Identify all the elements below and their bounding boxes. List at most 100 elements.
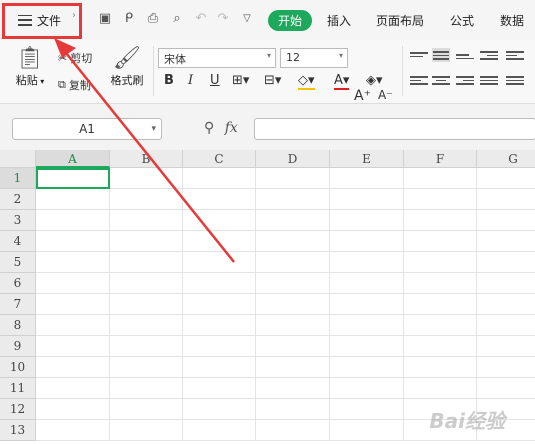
cell-f5[interactable] bbox=[404, 252, 477, 273]
cell-a3[interactable] bbox=[36, 210, 110, 231]
align-middle-icon[interactable] bbox=[432, 48, 450, 62]
print-preview-icon[interactable]: ⌕ bbox=[168, 9, 186, 27]
chevron-down-icon[interactable]: ▽ bbox=[238, 9, 256, 27]
cell-c11[interactable] bbox=[183, 378, 256, 399]
name-box[interactable]: A1 ▾ bbox=[12, 118, 162, 140]
cell-d8[interactable] bbox=[256, 315, 330, 336]
paste-button[interactable]: 📋︎ 粘贴 ▾ bbox=[10, 46, 50, 88]
cell-g9[interactable] bbox=[477, 336, 535, 357]
eraser-icon[interactable]: ◈▾ bbox=[366, 73, 383, 88]
cell-c10[interactable] bbox=[183, 357, 256, 378]
cell-d2[interactable] bbox=[256, 189, 330, 210]
borders-icon[interactable]: ⊞▾ bbox=[232, 73, 249, 88]
cell-b4[interactable] bbox=[110, 231, 183, 252]
row-header-2[interactable]: 2 bbox=[0, 189, 36, 210]
cell-e8[interactable] bbox=[330, 315, 404, 336]
cell-c3[interactable] bbox=[183, 210, 256, 231]
tab-formulas[interactable]: 公式 bbox=[450, 12, 474, 29]
indent-increase-icon[interactable] bbox=[506, 49, 524, 63]
cell-f9[interactable] bbox=[404, 336, 477, 357]
cell-f1[interactable] bbox=[404, 168, 477, 189]
cell-b10[interactable] bbox=[110, 357, 183, 378]
cell-e12[interactable] bbox=[330, 399, 404, 420]
grow-font-button[interactable]: A⁺ bbox=[354, 88, 371, 104]
column-header-a[interactable]: A bbox=[36, 150, 110, 168]
tab-data[interactable]: 数据 bbox=[500, 12, 524, 29]
cell-d5[interactable] bbox=[256, 252, 330, 273]
font-color-button[interactable]: A▾ bbox=[334, 73, 350, 90]
cell-a8[interactable] bbox=[36, 315, 110, 336]
cell-c4[interactable] bbox=[183, 231, 256, 252]
cell-g2[interactable] bbox=[477, 189, 535, 210]
cell-f8[interactable] bbox=[404, 315, 477, 336]
cell-b11[interactable] bbox=[110, 378, 183, 399]
cell-e5[interactable] bbox=[330, 252, 404, 273]
cell-c13[interactable] bbox=[183, 420, 256, 441]
cell-e11[interactable] bbox=[330, 378, 404, 399]
cell-g8[interactable] bbox=[477, 315, 535, 336]
cell-g4[interactable] bbox=[477, 231, 535, 252]
cell-b2[interactable] bbox=[110, 189, 183, 210]
cell-e1[interactable] bbox=[330, 168, 404, 189]
cell-g7[interactable] bbox=[477, 294, 535, 315]
row-header-4[interactable]: 4 bbox=[0, 231, 36, 252]
cell-a4[interactable] bbox=[36, 231, 110, 252]
row-header-1[interactable]: 1 bbox=[0, 168, 36, 189]
row-header-11[interactable]: 11 bbox=[0, 378, 36, 399]
cell-e9[interactable] bbox=[330, 336, 404, 357]
cell-d1[interactable] bbox=[256, 168, 330, 189]
cell-c5[interactable] bbox=[183, 252, 256, 273]
print-icon[interactable]: ⎙ bbox=[144, 9, 162, 27]
cell-e7[interactable] bbox=[330, 294, 404, 315]
distributed-icon[interactable] bbox=[506, 74, 524, 88]
cell-a13[interactable] bbox=[36, 420, 110, 441]
cell-a5[interactable] bbox=[36, 252, 110, 273]
cell-b1[interactable] bbox=[110, 168, 183, 189]
cell-a2[interactable] bbox=[36, 189, 110, 210]
column-header-c[interactable]: C bbox=[183, 150, 256, 168]
cell-a7[interactable] bbox=[36, 294, 110, 315]
cell-e3[interactable] bbox=[330, 210, 404, 231]
cell-d10[interactable] bbox=[256, 357, 330, 378]
cell-a9[interactable] bbox=[36, 336, 110, 357]
cell-e2[interactable] bbox=[330, 189, 404, 210]
cell-g5[interactable] bbox=[477, 252, 535, 273]
cell-d12[interactable] bbox=[256, 399, 330, 420]
tab-page-layout[interactable]: 页面布局 bbox=[376, 12, 424, 29]
cell-f2[interactable] bbox=[404, 189, 477, 210]
cell-f4[interactable] bbox=[404, 231, 477, 252]
cell-f3[interactable] bbox=[404, 210, 477, 231]
font-size-select[interactable]: 12 ▾ bbox=[280, 48, 348, 68]
fill-color-icon[interactable]: ◇▾ bbox=[298, 73, 315, 90]
cell-c7[interactable] bbox=[183, 294, 256, 315]
row-header-7[interactable]: 7 bbox=[0, 294, 36, 315]
cell-b6[interactable] bbox=[110, 273, 183, 294]
cell-b12[interactable] bbox=[110, 399, 183, 420]
select-all-corner[interactable] bbox=[0, 150, 36, 168]
align-right-icon[interactable] bbox=[456, 74, 474, 88]
formula-input[interactable] bbox=[254, 118, 535, 140]
row-header-13[interactable]: 13 bbox=[0, 420, 36, 441]
save-icon[interactable]: ▣ bbox=[96, 9, 114, 27]
cell-c6[interactable] bbox=[183, 273, 256, 294]
cell-d4[interactable] bbox=[256, 231, 330, 252]
row-header-6[interactable]: 6 bbox=[0, 273, 36, 294]
cell-a1[interactable] bbox=[36, 168, 110, 189]
row-header-10[interactable]: 10 bbox=[0, 357, 36, 378]
cell-a10[interactable] bbox=[36, 357, 110, 378]
cell-b7[interactable] bbox=[110, 294, 183, 315]
cell-c8[interactable] bbox=[183, 315, 256, 336]
row-header-8[interactable]: 8 bbox=[0, 315, 36, 336]
shrink-font-button[interactable]: A⁻ bbox=[378, 88, 393, 102]
column-header-f[interactable]: F bbox=[404, 150, 477, 168]
bold-button[interactable]: B bbox=[164, 73, 174, 88]
cell-b3[interactable] bbox=[110, 210, 183, 231]
format-painter-button[interactable]: 🖌︎ 格式刷 bbox=[106, 46, 148, 88]
row-header-12[interactable]: 12 bbox=[0, 399, 36, 420]
cell-c12[interactable] bbox=[183, 399, 256, 420]
cell-f10[interactable] bbox=[404, 357, 477, 378]
italic-button[interactable]: I bbox=[188, 73, 193, 88]
cell-d7[interactable] bbox=[256, 294, 330, 315]
cell-c2[interactable] bbox=[183, 189, 256, 210]
cell-g1[interactable] bbox=[477, 168, 535, 189]
